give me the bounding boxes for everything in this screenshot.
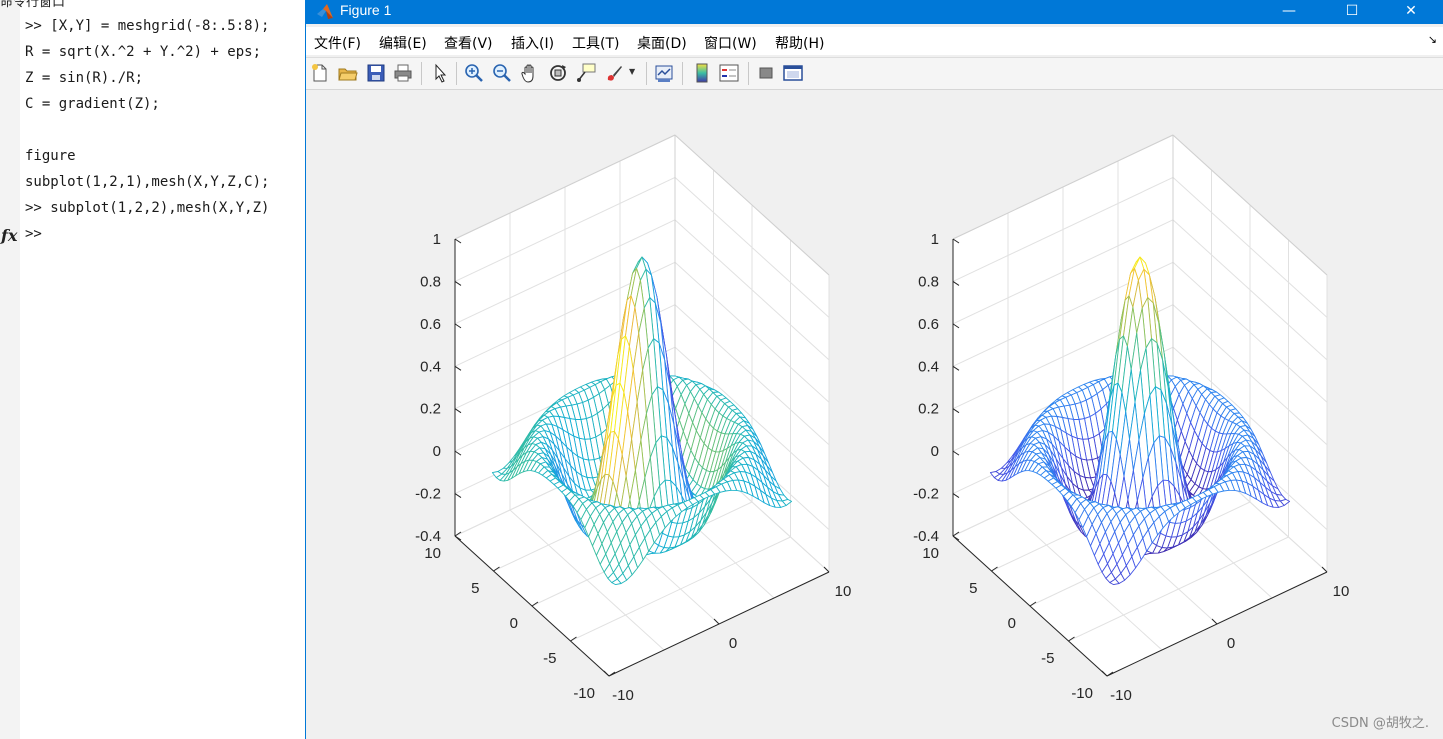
colorbar-icon[interactable]	[692, 63, 712, 83]
figure-toolbar: ▼	[306, 57, 1443, 90]
z-tick-label: 0.2	[918, 401, 939, 418]
z-tick-label: 1	[931, 231, 939, 248]
print-icon[interactable]	[393, 63, 413, 83]
code-line: figure	[25, 148, 76, 164]
z-tick-label: -0.4	[913, 528, 939, 545]
z-tick-label: -0.2	[913, 486, 939, 503]
menu-edit[interactable]: 编辑(E)	[379, 33, 427, 53]
figure-titlebar[interactable]: Figure 1 — ☐ ✕	[306, 0, 1443, 24]
fx-function-browser-icon[interactable]: fx	[1, 226, 17, 245]
command-window-gutter	[0, 0, 20, 739]
y-tick-label: -10	[1071, 685, 1093, 702]
menu-window[interactable]: 窗口(W)	[704, 33, 757, 53]
y-tick-label: 5	[471, 580, 479, 597]
matlab-logo-icon	[317, 4, 333, 19]
z-tick-label: 0.6	[918, 316, 939, 333]
z-tick-label: -0.4	[415, 528, 441, 545]
zoom-out-icon[interactable]	[492, 63, 512, 83]
watermark-text: CSDN @胡牧之.	[1331, 716, 1429, 731]
z-tick-label: 0.4	[918, 358, 939, 375]
show-plot-tools-icon[interactable]	[783, 63, 803, 83]
code-line: >> subplot(1,2,2),mesh(X,Y,Z)	[25, 200, 270, 216]
subplot-2: -0.4 -0.2 0 0.2 0.4 0.6 0.8 1 -10 -5 0 5 10 -10 0 10	[913, 134, 1350, 704]
zoom-in-icon[interactable]	[464, 63, 484, 83]
toolbar-separator	[646, 62, 647, 85]
pan-icon[interactable]	[520, 63, 540, 83]
menu-desktop[interactable]: 桌面(D)	[637, 33, 687, 53]
menu-view[interactable]: 查看(V)	[444, 33, 493, 53]
code-line: C = gradient(Z);	[25, 96, 160, 112]
command-prompt[interactable]: >>	[25, 226, 42, 242]
menu-tools[interactable]: 工具(T)	[572, 33, 619, 53]
code-line: >> [X,Y] = meshgrid(-8:.5:8);	[25, 18, 270, 34]
toolbar-separator	[682, 62, 683, 85]
x-tick-label: -10	[1110, 687, 1132, 704]
command-window-title: 命令行窗口	[0, 0, 66, 10]
y-tick-label: -5	[1041, 650, 1054, 667]
new-figure-icon[interactable]	[310, 63, 330, 83]
code-line: subplot(1,2,1),mesh(X,Y,Z,C);	[25, 174, 270, 190]
z-tick-label: 1	[433, 231, 441, 248]
x-tick-label: -10	[612, 687, 634, 704]
link-plot-icon[interactable]	[654, 63, 674, 83]
z-tick-label: 0	[931, 443, 939, 460]
z-tick-label: 0.2	[420, 401, 441, 418]
figure-window: Figure 1 — ☐ ✕ 文件(F) 编辑(E) 查看(V) 插入(I) 工…	[306, 0, 1443, 739]
z-tick-label: 0.8	[918, 273, 939, 290]
menu-insert[interactable]: 插入(I)	[511, 33, 554, 53]
legend-icon[interactable]	[719, 63, 739, 83]
maximize-button[interactable]: ☐	[1329, 0, 1375, 24]
figure-title: Figure 1	[340, 2, 392, 18]
x-tick-label: 10	[835, 583, 852, 600]
y-tick-label: 10	[922, 545, 939, 562]
y-tick-label: -10	[573, 685, 595, 702]
subplot-1: -0.4 -0.2 0 0.2 0.4 0.6 0.8 1 -10 -5 0 5 10 -10 0 10	[415, 134, 852, 704]
y-tick-label: -5	[543, 650, 556, 667]
toolbar-separator	[748, 62, 749, 85]
x-tick-label: 0	[729, 635, 737, 652]
plot-area[interactable]: -0.4-0.200.20.40.60.81-10-50510-10010-0.…	[306, 90, 1443, 739]
brush-icon[interactable]	[604, 63, 624, 83]
brush-dropdown-arrow-icon[interactable]: ▼	[629, 67, 635, 76]
y-tick-label: 0	[510, 615, 518, 632]
toolbar-separator	[421, 62, 422, 85]
z-tick-label: 0	[433, 443, 441, 460]
z-tick-label: 0.8	[420, 273, 441, 290]
y-tick-label: 10	[424, 545, 441, 562]
dock-arrow-icon[interactable]: ↘	[1428, 33, 1437, 46]
y-tick-label: 0	[1008, 615, 1016, 632]
code-line: Z = sin(R)./R;	[25, 70, 144, 86]
hide-plot-tools-icon[interactable]	[756, 63, 776, 83]
toolbar-separator	[456, 62, 457, 85]
open-file-icon[interactable]	[338, 63, 358, 83]
menu-file[interactable]: 文件(F)	[314, 33, 361, 53]
menu-bar: 文件(F) 编辑(E) 查看(V) 插入(I) 工具(T) 桌面(D) 窗口(W…	[306, 27, 1443, 55]
save-icon[interactable]	[366, 63, 386, 83]
rotate-3d-icon[interactable]	[548, 63, 568, 83]
minimize-button[interactable]: —	[1266, 0, 1312, 24]
data-cursor-icon[interactable]	[576, 63, 596, 83]
x-tick-label: 0	[1227, 635, 1235, 652]
z-tick-label: 0.4	[420, 358, 441, 375]
pointer-icon[interactable]	[430, 63, 450, 83]
z-tick-label: -0.2	[415, 486, 441, 503]
command-window[interactable]: 命令行窗口 >> [X,Y] = meshgrid(-8:.5:8); R = …	[0, 0, 306, 739]
x-tick-label: 10	[1333, 583, 1350, 600]
y-tick-label: 5	[969, 580, 977, 597]
menu-help[interactable]: 帮助(H)	[775, 33, 824, 53]
close-button[interactable]: ✕	[1388, 0, 1434, 24]
z-tick-label: 0.6	[420, 316, 441, 333]
code-line: R = sqrt(X.^2 + Y.^2) + eps;	[25, 44, 262, 60]
